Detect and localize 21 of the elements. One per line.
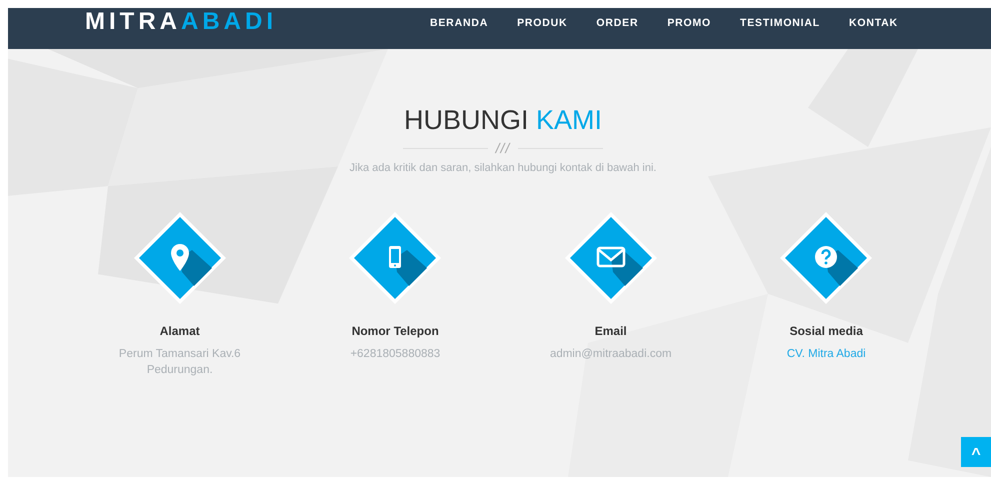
nav-link[interactable]: BERANDA [430,17,488,29]
question-mark-icon [778,210,874,306]
contact-value: admin@mitraabadi.com [548,347,673,362]
contact-label: Sosial media [790,324,863,338]
phone-icon [347,210,444,306]
contact-label: Alamat [160,324,200,338]
section-title: HUBUNGI KAMI [404,105,602,136]
nav-link[interactable]: TESTIMONIAL [740,17,820,29]
envelope-icon [562,210,659,306]
location-pin-icon [132,210,228,306]
contact-value: +6281805880883 [349,347,442,362]
nav-link[interactable]: PROMO [667,17,712,29]
nav-link[interactable]: ORDER [596,17,638,29]
section-subtitle: Jika ada kritik dan saran, silahkan hubungi kontak di bawah ini. [350,162,656,174]
divider-ornament: /// [496,140,510,156]
nav-link[interactable]: KONTAK [848,17,898,29]
nav-link[interactable]: PRODUK [517,17,568,29]
contact-label: Nomor Telepon [352,324,439,338]
logo[interactable]: MITRA ABADI [85,8,385,36]
contact-label: Email [594,324,627,338]
contact-value: Perum Tamansari Kav.6 Pedurungan. [118,347,242,378]
